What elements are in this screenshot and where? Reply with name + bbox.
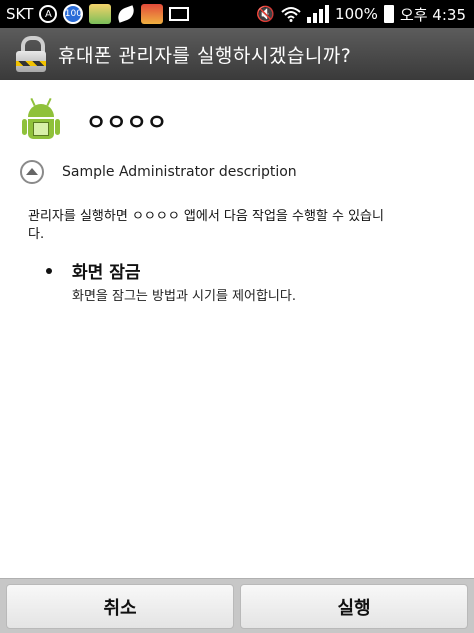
wifi-icon: [281, 6, 301, 22]
app2-notification-icon: [141, 4, 164, 24]
app-name: ㅇㅇㅇㅇ: [86, 111, 167, 136]
circle-a-icon: A: [39, 5, 58, 23]
mute-icon: 🔇: [256, 5, 276, 23]
button-bar: 취소 실행: [0, 578, 474, 633]
battery-icon: [383, 5, 394, 23]
policy-description: 화면을 잠그는 방법과 시기를 제어합니다.: [72, 289, 296, 304]
app-header: ㅇㅇㅇㅇ: [22, 97, 167, 144]
bullet-icon: [46, 268, 52, 274]
signal-icon: [307, 5, 330, 23]
admin-warning-text: 관리자를 실행하면 ㅇㅇㅇㅇ 앱에서 다음 작업을 수행할 수 있습니다.: [28, 209, 384, 242]
android-icon: [22, 97, 60, 144]
policy-item: 화면 잠금 화면을 잠그는 방법과 시기를 제어합니다.: [46, 258, 296, 304]
badge-100-icon: 100: [63, 4, 84, 24]
battery-percent: 100%: [335, 5, 378, 23]
policy-title: 화면 잠금: [72, 263, 141, 283]
dialog-content: ㅇㅇㅇㅇ Sample Administrator description 관리…: [0, 80, 474, 580]
activate-button[interactable]: 실행: [240, 584, 468, 629]
description-row[interactable]: Sample Administrator description: [20, 160, 297, 184]
cancel-button[interactable]: 취소: [6, 584, 234, 629]
lock-icon: [14, 34, 48, 74]
app-notification-icon: [89, 4, 112, 24]
app-description: Sample Administrator description: [62, 164, 297, 180]
mail-icon: [169, 7, 190, 21]
dialog-title: 휴대폰 관리자를 실행하시겠습니까?: [58, 44, 352, 67]
clock: 오후 4:35: [399, 5, 466, 24]
carrier-label: SKT: [6, 5, 34, 23]
leaf-icon: [115, 5, 137, 23]
status-bar: SKT A 100 🔇 100% 오후 4:35: [0, 0, 474, 28]
dialog-title-bar: 휴대폰 관리자를 실행하시겠습니까?: [0, 28, 474, 80]
collapse-toggle-icon[interactable]: [20, 160, 44, 184]
